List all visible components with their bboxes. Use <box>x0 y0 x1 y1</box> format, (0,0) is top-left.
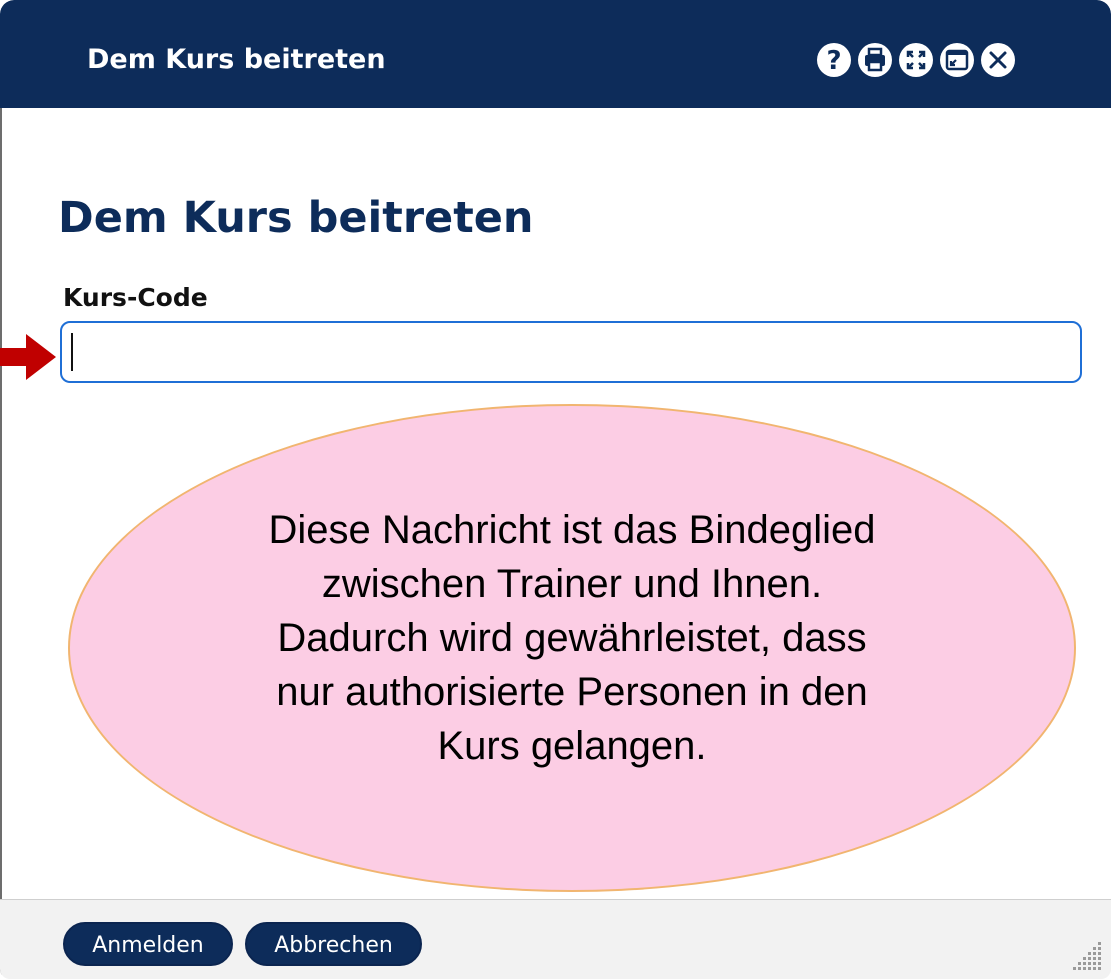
pointer-arrow-icon <box>0 334 56 380</box>
course-code-input[interactable] <box>60 321 1082 383</box>
cancel-button[interactable]: Abbrechen <box>245 922 422 966</box>
close-icon[interactable] <box>981 43 1015 77</box>
callout-line: nur authorisierte Personen in den <box>276 670 868 714</box>
callout-line: Diese Nachricht ist das Bindeglied <box>268 508 876 552</box>
fullscreen-icon[interactable] <box>899 43 933 77</box>
callout-text: Diese Nachricht ist das Bindeglied zwisc… <box>140 503 1004 773</box>
callout-line: zwischen Trainer und Ihnen. <box>321 562 823 606</box>
svg-text:?: ? <box>826 46 841 76</box>
text-caret <box>71 333 73 371</box>
form-heading: Dem Kurs beitreten <box>58 193 534 243</box>
window-mode-icon[interactable] <box>940 43 974 77</box>
resize-grip-icon[interactable] <box>1068 938 1104 974</box>
course-code-label: Kurs-Code <box>63 283 208 312</box>
help-icon[interactable]: ? <box>817 43 851 77</box>
dialog-title: Dem Kurs beitreten <box>87 44 386 75</box>
submit-button[interactable]: Anmelden <box>63 922 233 966</box>
callout-line: Kurs gelangen. <box>437 724 707 768</box>
callout-line: Dadurch wird gewährleistet, dass <box>277 616 867 660</box>
dialog-border <box>0 108 2 979</box>
print-icon[interactable] <box>858 43 892 77</box>
dialog-titlebar[interactable]: Dem Kurs beitreten ? <box>0 0 1111 108</box>
join-course-dialog: Dem Kurs beitreten ? Dem Kurs beitreten … <box>0 0 1111 979</box>
